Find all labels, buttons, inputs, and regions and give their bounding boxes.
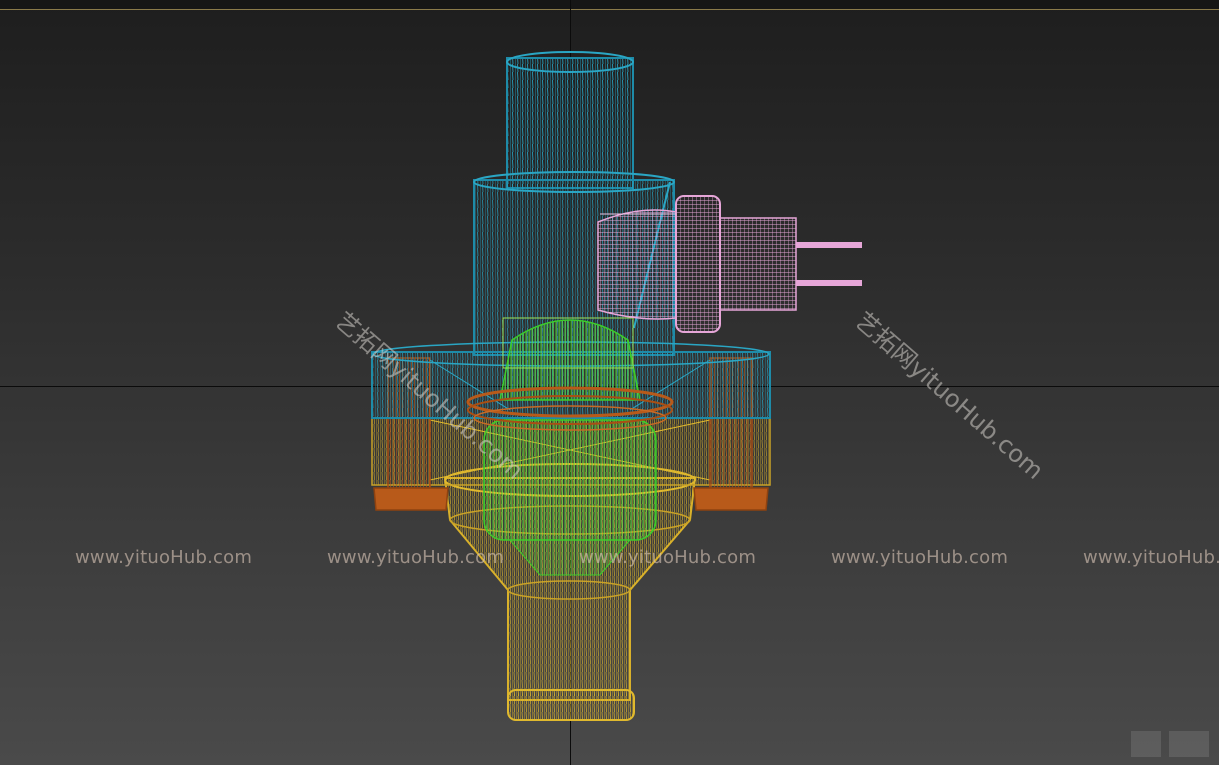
- corner-logo-icon: [1131, 731, 1209, 757]
- watermark-text: www.yituoHub.com: [1083, 547, 1219, 568]
- side-connector-wireframe: [597, 195, 862, 333]
- watermark-text: www.yituoHub.com: [579, 547, 757, 568]
- watermark-text: www.yituoHub.com: [75, 547, 253, 568]
- 3d-viewport[interactable]: www.yituoHub.com www.yituoHub.com www.yi…: [0, 0, 1219, 765]
- watermark-text: www.yituoHub.com: [327, 547, 505, 568]
- valve-wireframe-model[interactable]: [0, 0, 1219, 765]
- watermark-text: www.yituoHub.com: [831, 547, 1009, 568]
